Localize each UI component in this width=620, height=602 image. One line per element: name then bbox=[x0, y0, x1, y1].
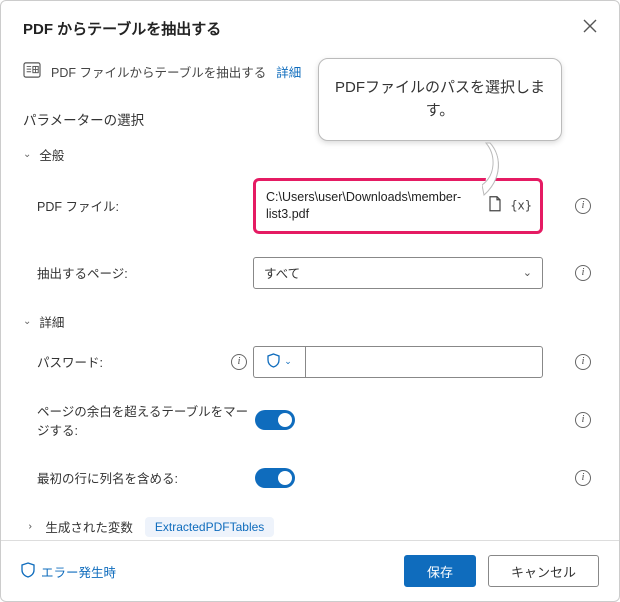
dialog-footer: エラー発生時 保存 キャンセル bbox=[1, 540, 619, 601]
info-icon[interactable]: i bbox=[575, 265, 591, 281]
row-pages: 抽出するページ: すべて ⌄ i bbox=[23, 256, 597, 290]
row-password: パスワード: i ⌄ i bbox=[23, 345, 597, 379]
pdf-file-label: PDF ファイル: bbox=[23, 196, 253, 215]
pages-value: すべて bbox=[264, 263, 300, 282]
on-error-label: エラー発生時 bbox=[41, 562, 116, 581]
group-advanced-header[interactable]: ⌄ 詳細 bbox=[23, 312, 597, 331]
merge-tables-label: ページの余白を超えるテーブルをマージする: bbox=[23, 401, 253, 439]
generated-variables-row[interactable]: ⌄ 生成された変数 ExtractedPDFTables bbox=[23, 517, 597, 537]
dialog-content: パラメーターの選択 ⌄ 全般 PDF ファイル: C:\Users\user\D… bbox=[1, 95, 619, 540]
password-label: パスワード: i bbox=[23, 352, 253, 371]
instruction-callout: PDFファイルのパスを選択します。 bbox=[318, 58, 562, 141]
group-advanced-label: 詳細 bbox=[39, 312, 64, 331]
dialog-header: PDF からテーブルを抽出する bbox=[1, 1, 619, 54]
chevron-right-icon: ⌄ bbox=[24, 523, 35, 531]
info-icon[interactable]: i bbox=[575, 470, 591, 486]
on-error-link[interactable]: エラー発生時 bbox=[21, 562, 116, 581]
shield-icon bbox=[21, 562, 35, 581]
password-mode-toggle[interactable]: ⌄ bbox=[253, 346, 305, 378]
info-icon[interactable]: i bbox=[575, 354, 591, 370]
callout-text: PDFファイルのパスを選択します。 bbox=[335, 79, 545, 119]
info-icon[interactable]: i bbox=[575, 198, 591, 214]
group-general-label: 全般 bbox=[39, 145, 64, 164]
chevron-down-icon: ⌄ bbox=[23, 149, 31, 160]
row-header-row: 最初の行に列名を含める: i bbox=[23, 461, 597, 495]
info-text: PDF ファイルからテーブルを抽出する bbox=[51, 62, 266, 81]
generated-variable-chip[interactable]: ExtractedPDFTables bbox=[145, 517, 274, 537]
row-merge-tables: ページの余白を超えるテーブルをマージする: i bbox=[23, 401, 597, 439]
pdf-doc-icon bbox=[23, 62, 41, 81]
close-icon[interactable] bbox=[579, 15, 601, 42]
header-row-label: 最初の行に列名を含める: bbox=[23, 468, 253, 487]
chevron-down-icon: ⌄ bbox=[23, 316, 31, 327]
pages-select[interactable]: すべて ⌄ bbox=[253, 257, 543, 289]
pdf-file-value: C:\Users\user\Downloads\member-list3.pdf bbox=[266, 190, 461, 221]
shield-lock-icon bbox=[267, 353, 280, 371]
password-input[interactable] bbox=[305, 346, 543, 378]
info-icon[interactable]: i bbox=[575, 412, 591, 428]
chevron-down-icon: ⌄ bbox=[523, 266, 532, 279]
pages-label: 抽出するページ: bbox=[23, 263, 253, 282]
chevron-down-icon: ⌄ bbox=[284, 356, 292, 367]
header-row-toggle[interactable] bbox=[255, 468, 295, 488]
generated-variables-label: 生成された変数 bbox=[45, 517, 133, 536]
cancel-button[interactable]: キャンセル bbox=[488, 555, 599, 587]
info-learn-more-link[interactable]: 詳細 bbox=[276, 62, 301, 81]
info-icon[interactable]: i bbox=[231, 354, 247, 370]
save-button[interactable]: 保存 bbox=[404, 555, 476, 587]
merge-tables-toggle[interactable] bbox=[255, 410, 295, 430]
dialog-title: PDF からテーブルを抽出する bbox=[23, 18, 221, 39]
